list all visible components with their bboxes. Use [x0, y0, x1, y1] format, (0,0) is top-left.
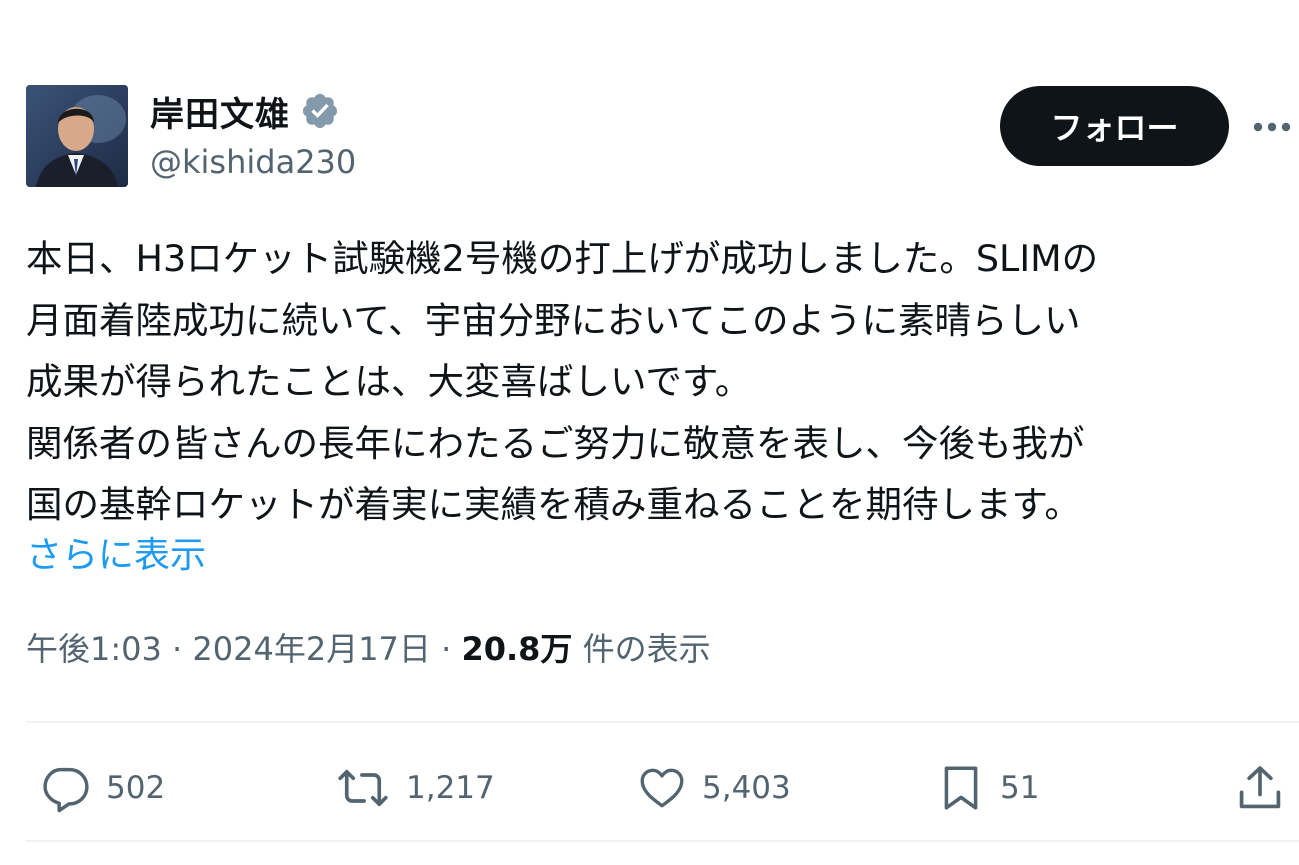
reply-button[interactable]: 502 — [38, 758, 165, 818]
verified-badge-icon — [300, 91, 340, 131]
reply-icon — [43, 767, 89, 813]
tweet-text: 本日、H3ロケット試験機2号機の打上げが成功しました。SLIMの 月面着陸成功に… — [26, 237, 1099, 526]
avatar[interactable] — [26, 85, 128, 187]
bookmark-icon — [944, 766, 978, 810]
show-more-link[interactable]: さらに表示 — [26, 530, 206, 582]
like-count: 5,403 — [702, 770, 791, 806]
views-label[interactable]: 件の表示 — [572, 630, 711, 668]
author-handle[interactable]: @kishida230 — [150, 143, 356, 181]
meta-separator: · — [161, 630, 193, 668]
reply-count: 502 — [106, 770, 166, 806]
like-button[interactable]: 5,403 — [636, 758, 791, 818]
retweet-icon — [338, 769, 388, 807]
bookmark-button[interactable]: 51 — [936, 758, 1039, 818]
views-count[interactable]: 20.8万 — [461, 630, 572, 668]
bookmark-count: 51 — [1000, 770, 1040, 806]
tweet-date[interactable]: 2024年2月17日 — [192, 630, 431, 668]
retweet-button[interactable]: 1,217 — [334, 758, 495, 818]
retweet-count: 1,217 — [406, 770, 495, 806]
author-name[interactable]: 岸田文雄 — [150, 87, 290, 136]
share-button[interactable] — [1234, 758, 1286, 818]
tweet-meta: 午後1:03 · 2024年2月17日 · 20.8万 件の表示 — [26, 626, 711, 672]
avatar-image — [26, 85, 128, 187]
heart-icon — [640, 768, 684, 808]
author-name-row[interactable]: 岸田文雄 — [150, 87, 340, 136]
divider — [26, 721, 1299, 723]
more-options-button[interactable] — [1250, 110, 1294, 144]
more-horizontal-icon — [1253, 122, 1291, 132]
follow-button[interactable]: フォロー — [1000, 86, 1229, 166]
divider — [26, 840, 1299, 842]
tweet-time[interactable]: 午後1:03 — [26, 630, 162, 668]
meta-separator: · — [430, 630, 462, 668]
share-icon — [1239, 766, 1281, 809]
